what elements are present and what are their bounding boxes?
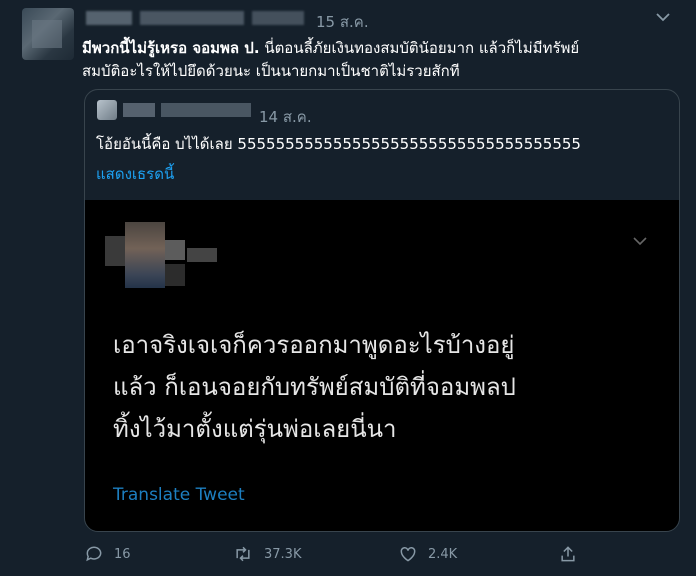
share-button[interactable]: [558, 544, 588, 564]
author-name-redacted: [86, 11, 132, 25]
tweet-text: มีพวกนี้ไม่รู้เหรอ จอมพล ป. นี่ตอนลี้ภัย…: [82, 37, 672, 83]
reply-count: 16: [114, 546, 131, 562]
author-avatar[interactable]: [22, 8, 74, 60]
translate-tweet-link: Translate Tweet: [113, 485, 245, 505]
like-icon: [400, 546, 416, 562]
tweet-date[interactable]: 15 ส.ค.: [316, 10, 369, 34]
share-icon: [561, 546, 575, 562]
tweet-text-bold: มีพวกนี้ไม่รู้เหรอ จอมพล ป.: [82, 39, 260, 57]
embedded-line-3: ทิ้งไว้มาตั้งแต่รุ่นพ่อเลยนี่นา: [113, 415, 397, 443]
author-handle-redacted-2: [252, 11, 304, 25]
quote-author-avatar: [97, 100, 117, 120]
quote-tweet-card[interactable]: 14 ส.ค. โอ้ยอันนี้คือ บไได้เลย 555555555…: [84, 89, 680, 532]
embedded-line-2: แล้ว ก็เอนจอยกับทรัพย์สมบัติที่จอมพลป: [113, 373, 516, 401]
embedded-line-1: เอาจริงเจเจก็ควรออกมาพูดอะไรบ้างอยู่: [113, 331, 515, 359]
embedded-tweet-text: เอาจริงเจเจก็ควรออกมาพูดอะไรบ้างอยู่ แล้…: [113, 324, 653, 450]
chevron-down-icon: [633, 237, 647, 246]
tweet-actions: 16 37.3K 2.4K: [82, 540, 682, 570]
retweet-button[interactable]: 37.3K: [232, 544, 301, 564]
reply-button[interactable]: 16: [84, 544, 131, 564]
like-count: 2.4K: [428, 546, 458, 562]
chevron-down-icon[interactable]: [656, 12, 670, 22]
retweet-icon: [236, 546, 250, 562]
embedded-tweet-image[interactable]: เอาจริงเจเจก็ควรออกมาพูดอะไรบ้างอยู่ แล้…: [85, 200, 679, 531]
tweet-text-part2: สมบัติอะไรให้ไปยึดด้วยนะ เป็นนายกมาเป็นช…: [82, 62, 460, 80]
retweet-count: 37.3K: [264, 546, 302, 562]
quote-text: โอ้ยอันนี้คือ บไได้เลย 55555555555555555…: [96, 135, 581, 153]
tweet-text-part1: นี่ตอนลี้ภัยเงินทองสมบัตินัอยมาก แล้วก็ไ…: [259, 39, 580, 57]
quote-date: 14 ส.ค.: [259, 108, 312, 126]
author-handle-redacted: [140, 11, 244, 25]
quote-author-name-redacted: [123, 103, 155, 117]
show-thread-link[interactable]: แสดงเธรดนี้: [96, 162, 174, 186]
quote-author-handle-redacted: [161, 103, 251, 117]
embedded-author-avatar: [105, 222, 217, 288]
reply-icon: [86, 546, 102, 562]
like-button[interactable]: 2.4K: [398, 544, 457, 564]
